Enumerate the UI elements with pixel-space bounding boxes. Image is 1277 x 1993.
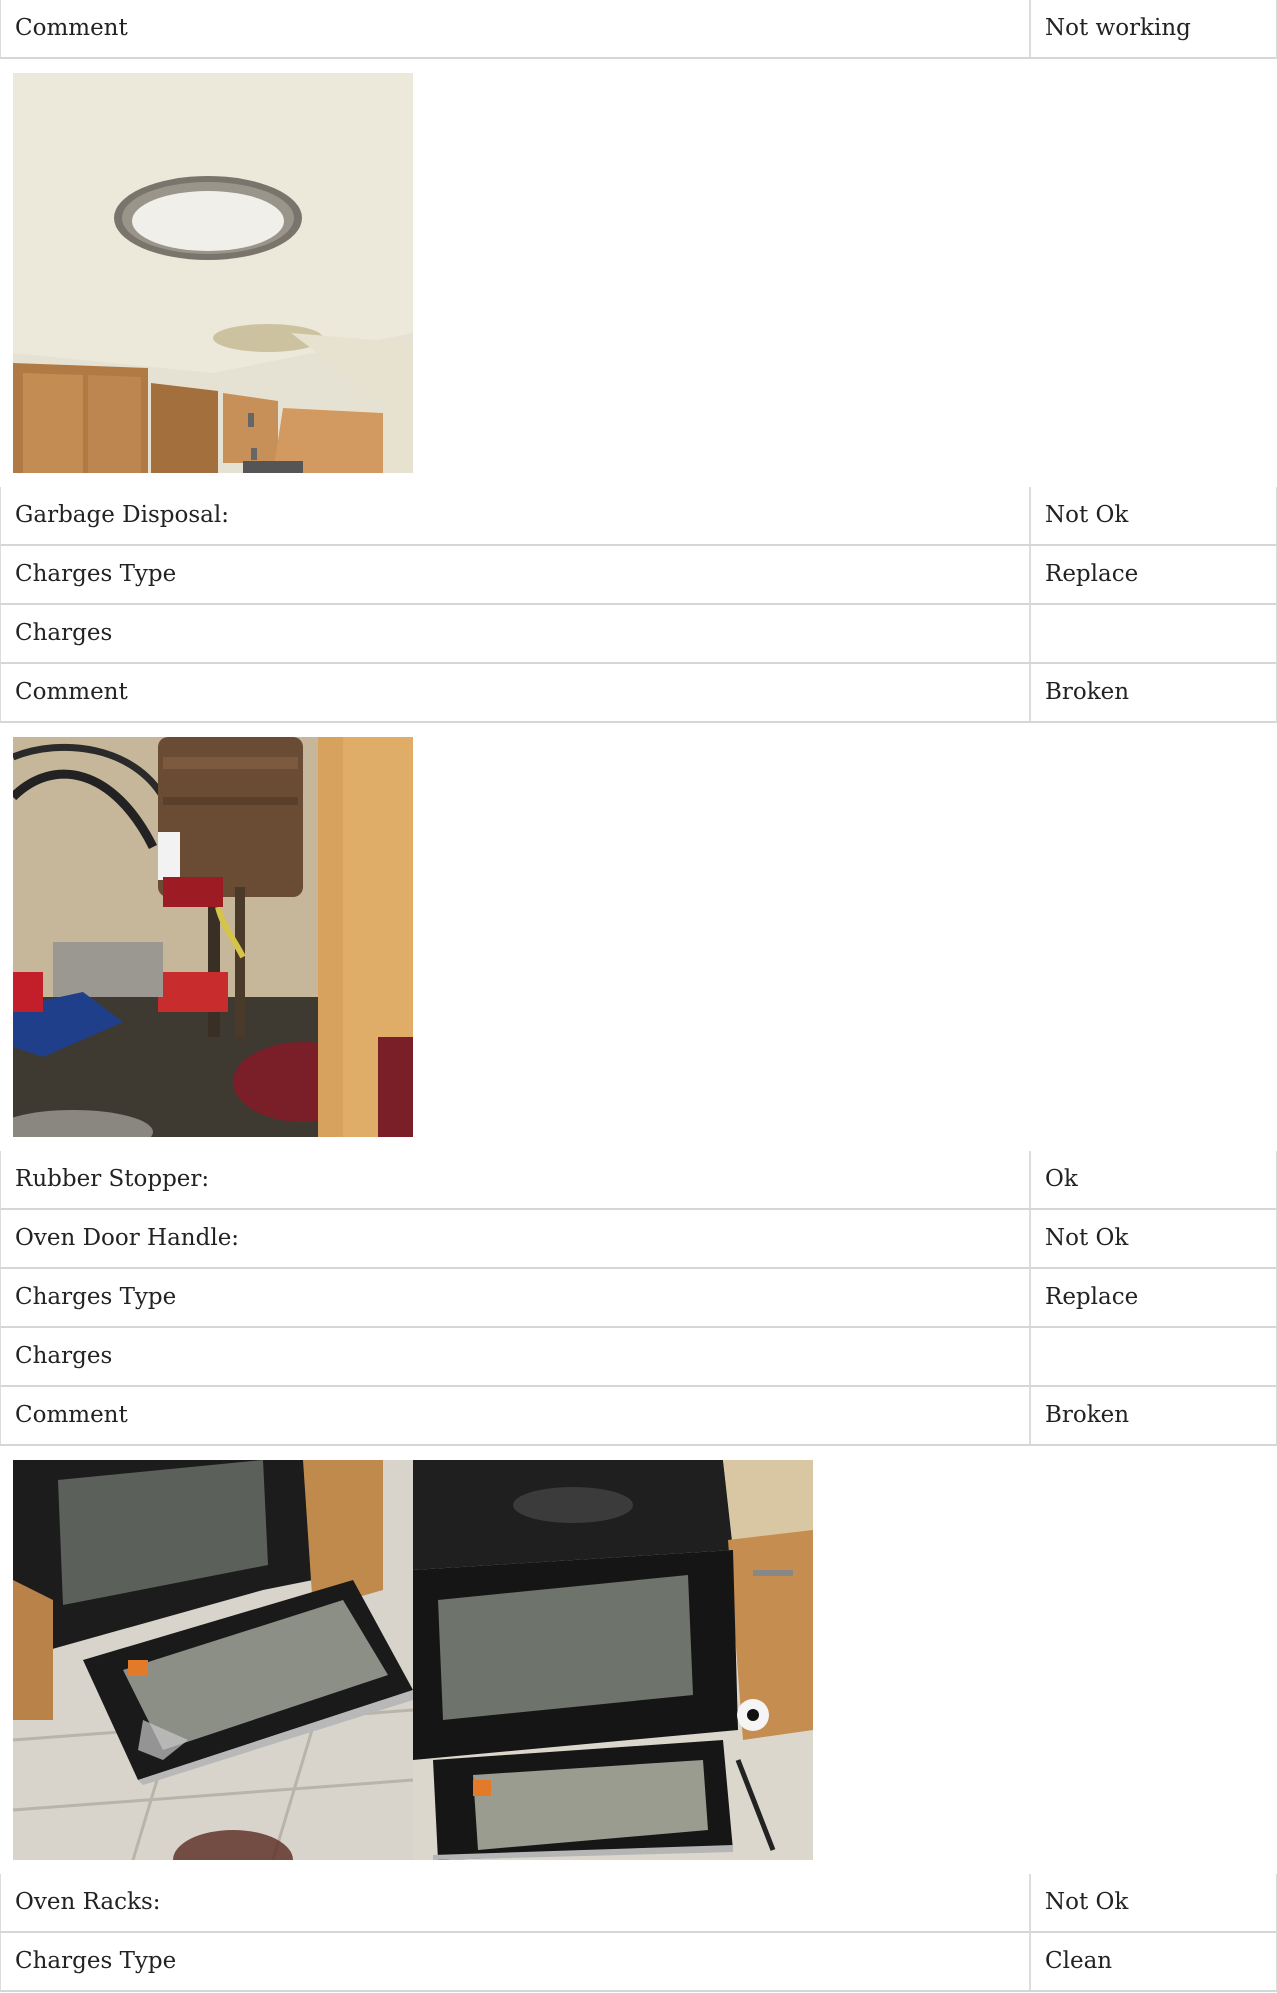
photo-block-oven-door [0, 1446, 1277, 1874]
row-value: Replace [1045, 561, 1139, 587]
table-row-comment: Comment Broken [0, 1387, 1277, 1446]
row-label: Comment [1, 664, 1031, 721]
row-value: Not Ok [1045, 1889, 1129, 1915]
table-row-oven-racks: Oven Racks: Not Ok [0, 1874, 1277, 1933]
table-row-charges: Charges [0, 1328, 1277, 1387]
oven-door-photo-1[interactable] [13, 1460, 413, 1860]
row-label: Oven Racks: [1, 1874, 1031, 1931]
table-row-rubber-stopper: Rubber Stopper: Ok [0, 1151, 1277, 1210]
row-label: Charges Type [1, 1269, 1031, 1326]
row-value: Clean [1045, 1948, 1113, 1974]
table-row-charges: Charges [0, 605, 1277, 664]
row-label: Charges [1, 1328, 1031, 1385]
row-label: Charges [1, 605, 1031, 662]
table-row-oven-door-handle: Oven Door Handle: Not Ok [0, 1210, 1277, 1269]
table-row-charges-type: Charges Type Replace [0, 1269, 1277, 1328]
row-value [1031, 605, 1276, 662]
row-label: Comment [1, 1387, 1031, 1444]
row-value: Broken [1045, 1402, 1130, 1428]
photo-block-ceiling-light [0, 59, 1277, 487]
row-value: Broken [1045, 679, 1130, 705]
row-value: Not Ok [1045, 502, 1129, 528]
table-row-garbage-disposal: Garbage Disposal: Not Ok [0, 487, 1277, 546]
row-label: Charges Type [1, 546, 1031, 603]
row-value: Ok [1045, 1166, 1078, 1192]
row-label: Oven Door Handle: [1, 1210, 1031, 1267]
row-label: Rubber Stopper: [1, 1151, 1031, 1208]
garbage-disposal-photo[interactable] [13, 737, 413, 1137]
table-row-comment: Comment Broken [0, 664, 1277, 723]
table-row-charges-type: Charges Type Replace [0, 546, 1277, 605]
row-label: Comment [1, 0, 1031, 57]
table-row-charges-type: Charges Type Clean [0, 1933, 1277, 1992]
row-value: Not Ok [1045, 1225, 1129, 1251]
oven-door-photo-2[interactable] [413, 1460, 813, 1860]
row-value [1031, 1328, 1276, 1385]
row-label: Charges Type [1, 1933, 1031, 1990]
photo-block-garbage-disposal [0, 723, 1277, 1151]
row-value: Not working [1045, 15, 1191, 41]
table-row-comment: Comment Not working [0, 0, 1277, 59]
row-label: Garbage Disposal: [1, 487, 1031, 544]
row-value: Replace [1045, 1284, 1139, 1310]
ceiling-light-photo[interactable] [13, 73, 413, 473]
